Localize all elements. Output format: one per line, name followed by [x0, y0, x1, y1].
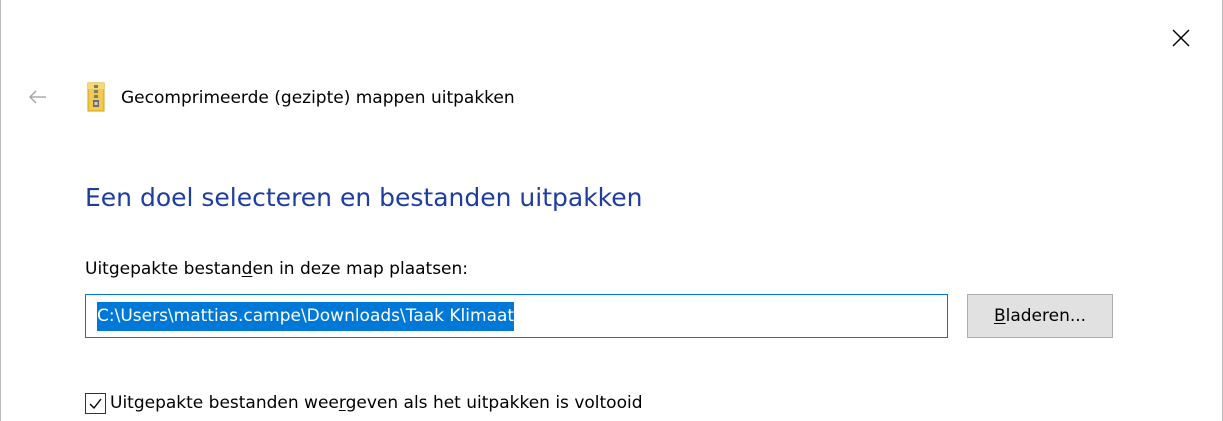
browse-button-accelerator: B — [993, 306, 1006, 326]
browse-button-label: laderen... — [1005, 306, 1087, 326]
close-button[interactable] — [1159, 16, 1203, 60]
window-title: Gecomprimeerde (gezipte) mappen uitpakke… — [121, 88, 515, 108]
extract-dialog: Gecomprimeerde (gezipte) mappen uitpakke… — [0, 0, 1223, 421]
destination-label-text-end: en in deze map plaatsen: — [252, 259, 469, 279]
back-arrow-icon — [29, 90, 46, 104]
close-icon — [1172, 29, 1190, 47]
checkmark-icon — [89, 398, 102, 409]
zip-folder-icon — [87, 82, 105, 112]
destination-path-value: C:\Users\mattias.campe\Downloads\Taak Kl… — [97, 302, 515, 331]
destination-path-input[interactable]: C:\Users\mattias.campe\Downloads\Taak Kl… — [85, 294, 948, 338]
destination-label: Uitgepakte bestanden in deze map plaatse… — [85, 257, 468, 281]
show-files-checkbox[interactable] — [85, 392, 106, 414]
destination-label-text: Uitgepakte bestan — [85, 259, 242, 279]
show-files-option[interactable]: Uitgepakte bestanden weergeven als het u… — [85, 390, 643, 416]
show-files-label-text-end: geven als het uitpakken is voltooid — [345, 393, 643, 413]
browse-button[interactable]: Bladeren... — [967, 294, 1113, 338]
show-files-label-text: Uitgepakte bestanden wee — [110, 393, 339, 413]
main-instruction: Een doel selecteren en bestanden uitpakk… — [85, 183, 643, 212]
destination-label-accelerator: d — [241, 259, 253, 279]
show-files-label-accelerator: r — [338, 393, 346, 413]
back-button[interactable] — [21, 82, 55, 112]
show-files-label: Uitgepakte bestanden weergeven als het u… — [110, 391, 643, 415]
